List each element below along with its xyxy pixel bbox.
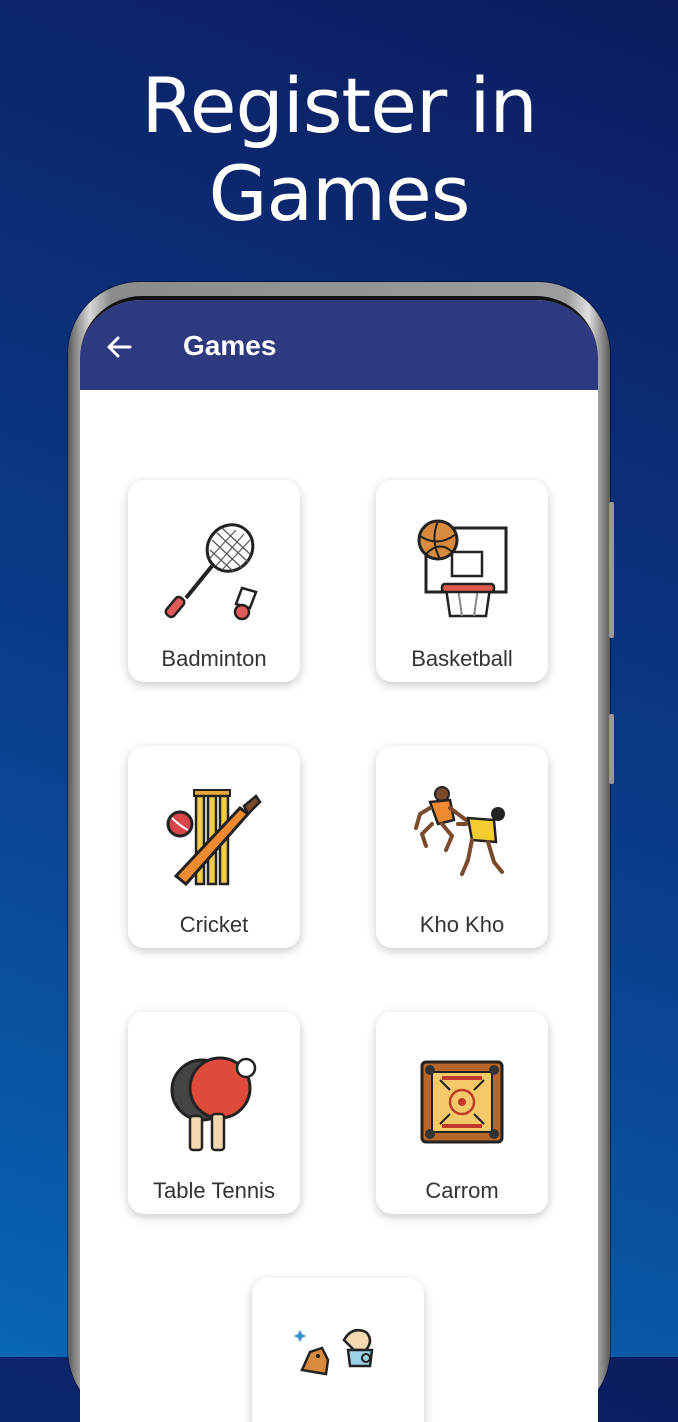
table-tennis-icon [164,1048,264,1156]
game-card-chess[interactable] [252,1278,424,1422]
game-card-table-tennis[interactable]: Table Tennis [128,1012,300,1214]
game-label: Badminton [161,646,267,671]
arrow-left-icon [107,336,132,358]
phone-side-button [609,714,614,784]
app-bar: Games [80,300,598,390]
game-label: Cricket [179,912,249,937]
game-card-basketball[interactable]: Basketball [376,480,548,682]
chess-icon [288,1314,388,1422]
page-title: Games [183,330,277,361]
kho-kho-icon [412,782,512,890]
phone-side-button [609,502,614,638]
badminton-icon [164,516,264,624]
game-label: Basketball [411,646,513,671]
game-label: Kho Kho [419,912,505,937]
promo-title: Register in Games [0,62,678,238]
promo-title-line1: Register in [141,61,537,150]
game-card-kho-kho[interactable]: Kho Kho [376,746,548,948]
game-card-cricket[interactable]: Cricket [128,746,300,948]
game-label: Table Tennis [153,1178,275,1203]
game-label: Carrom [425,1178,499,1203]
promo-title-line2: Games [208,149,471,238]
game-card-carrom[interactable]: Carrom [376,1012,548,1214]
carrom-icon [412,1048,512,1156]
game-card-badminton[interactable]: Badminton [128,480,300,682]
back-button[interactable] [104,332,134,362]
phone-frame: Games Badminton Basketball Cricket Kho K… [68,282,614,1422]
basketball-icon [412,516,512,624]
cricket-icon [164,782,264,890]
phone-screen: Games Badminton Basketball Cricket Kho K… [80,296,598,1422]
